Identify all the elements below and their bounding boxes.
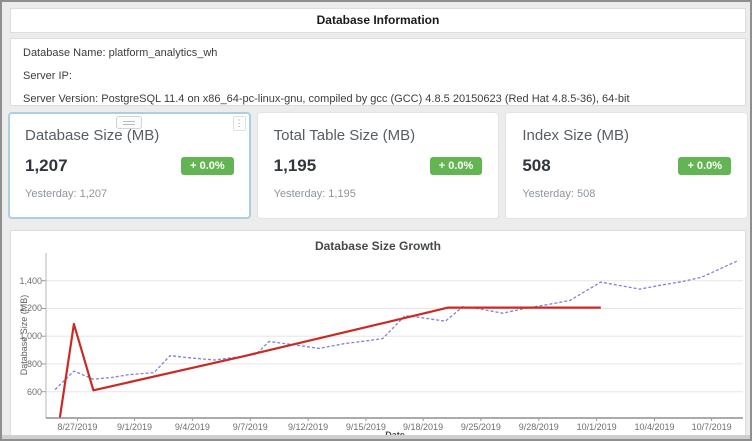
y-tick-label: 1,200 [11, 303, 42, 313]
chart-title: Database Size Growth [11, 231, 745, 253]
x-tick-label: 8/27/2019 [48, 422, 106, 432]
metric-cards-row: ⋮ Database Size (MB) 1,207 + 0.0% Yester… [8, 112, 748, 219]
card-yesterday: Yesterday: 1,195 [274, 188, 483, 200]
y-tick-label: 1,400 [11, 276, 42, 286]
x-tick-label: 10/4/2019 [625, 422, 683, 432]
card-value: 508 [522, 156, 550, 176]
card-total-table-size[interactable]: Total Table Size (MB) 1,195 + 0.0% Yeste… [257, 112, 500, 219]
x-tick-label: 9/4/2019 [163, 422, 221, 432]
x-tick-label: 9/28/2019 [510, 422, 568, 432]
y-tick-label: 1,000 [11, 331, 42, 341]
card-database-size[interactable]: ⋮ Database Size (MB) 1,207 + 0.0% Yester… [8, 112, 251, 219]
bottom-border-band [2, 435, 750, 439]
x-tick-label: 10/1/2019 [568, 422, 626, 432]
card-title: Index Size (MB) [522, 127, 731, 144]
page-title: Database Information [11, 9, 745, 32]
more-options-icon[interactable]: ⋮ [233, 116, 246, 131]
card-yesterday: Yesterday: 508 [522, 188, 731, 200]
y-tick-label: 800 [11, 359, 42, 369]
card-yesterday: Yesterday: 1,207 [25, 188, 234, 200]
server-version-line: Server Version: PostgreSQL 11.4 on x86_6… [23, 93, 733, 105]
x-tick-label: 9/12/2019 [279, 422, 337, 432]
x-tick-label: 9/7/2019 [221, 422, 279, 432]
card-title: Database Size (MB) [25, 127, 234, 144]
card-index-size[interactable]: Index Size (MB) 508 + 0.0% Yesterday: 50… [505, 112, 748, 219]
database-info-panel: Database Name: platform_analytics_wh Ser… [10, 38, 746, 106]
x-tick-label: 10/7/2019 [683, 422, 741, 432]
x-tick-label: 9/18/2019 [394, 422, 452, 432]
change-badge: + 0.0% [181, 157, 234, 175]
dashboard-window: Database Information Database Name: plat… [0, 0, 752, 441]
server-ip-line: Server IP: [23, 70, 733, 82]
header-panel: Database Information [10, 8, 746, 33]
card-value: 1,207 [25, 156, 68, 176]
growth-chart-panel: Database Size Growth Database Size (MB) … [10, 230, 746, 439]
card-value: 1,195 [274, 156, 317, 176]
x-tick-label: 9/25/2019 [452, 422, 510, 432]
series-line-database-size [55, 261, 738, 390]
series-line-trend [60, 308, 601, 418]
change-badge: + 0.0% [678, 157, 731, 175]
drag-handle-icon[interactable] [116, 116, 142, 129]
x-tick-label: 9/15/2019 [337, 422, 395, 432]
y-tick-label: 600 [11, 387, 42, 397]
database-name-line: Database Name: platform_analytics_wh [23, 47, 733, 59]
card-title: Total Table Size (MB) [274, 127, 483, 144]
line-chart-plot [41, 253, 743, 423]
change-badge: + 0.0% [430, 157, 483, 175]
x-tick-label: 9/1/2019 [106, 422, 164, 432]
